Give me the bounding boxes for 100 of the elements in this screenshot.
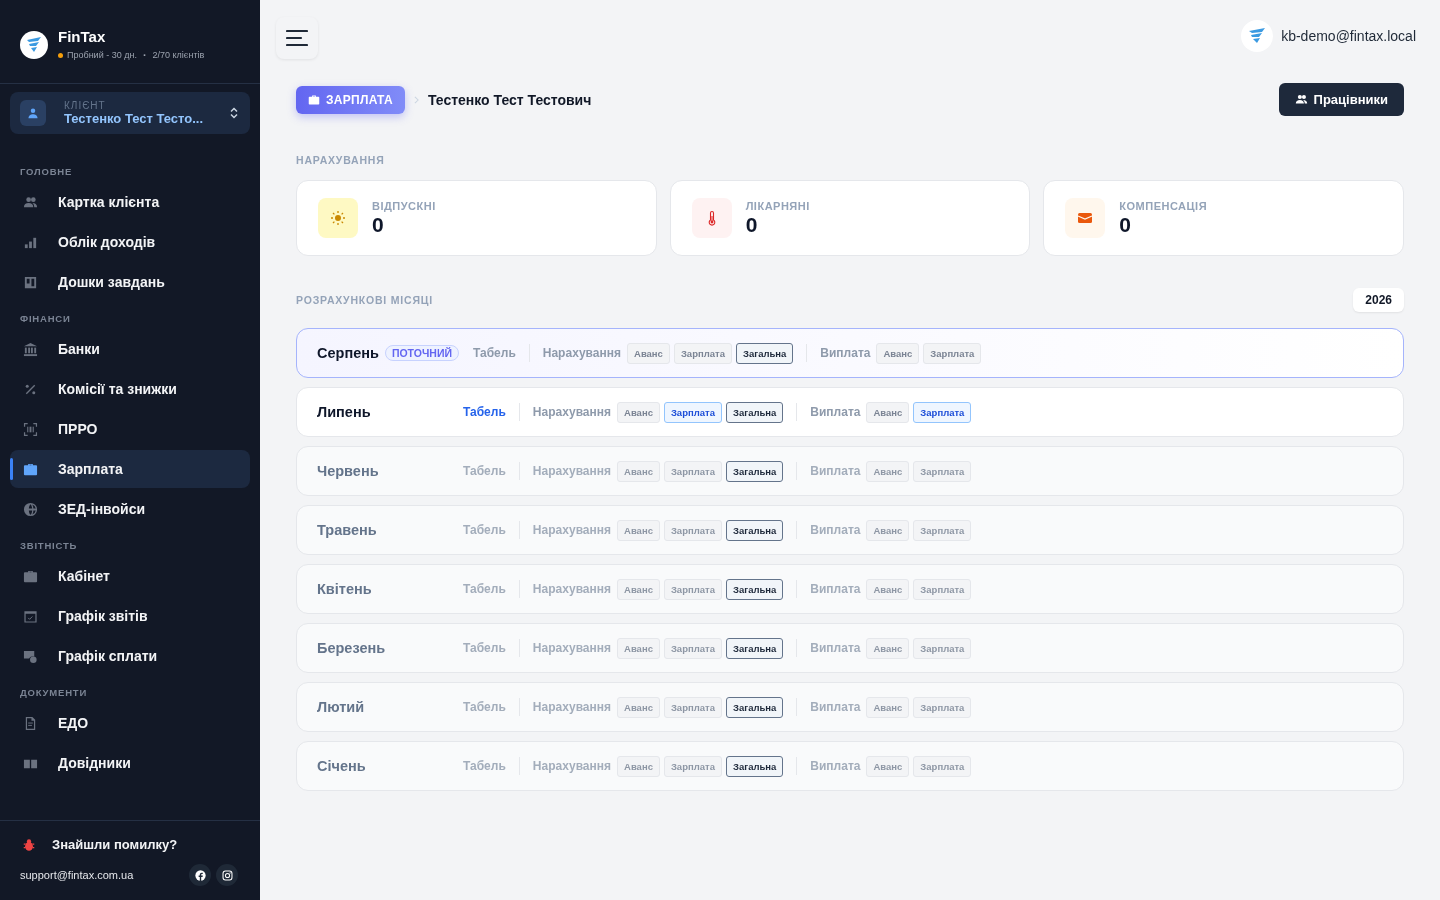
accrual-label: Нарахування bbox=[532, 464, 612, 478]
people-icon bbox=[23, 194, 38, 210]
sidebar-item[interactable]: Облік доходів bbox=[10, 223, 250, 261]
separator: · bbox=[142, 49, 147, 61]
section-heading: ЗВІТНІСТЬ bbox=[19, 539, 79, 553]
thermometer-icon bbox=[691, 198, 732, 238]
accrual-label: Нарахування bbox=[532, 523, 612, 537]
accrual-label: Нарахування bbox=[532, 582, 612, 596]
month-name: Березень bbox=[317, 640, 386, 656]
accrual-chip[interactable]: Загальна bbox=[725, 401, 784, 423]
sidebar-item[interactable]: Зарплата bbox=[10, 450, 250, 488]
people-icon bbox=[1294, 93, 1308, 106]
facebook-icon[interactable] bbox=[189, 864, 211, 886]
stat-label: ЛІКАРНЯНІ bbox=[745, 199, 810, 212]
month-name: Лютий bbox=[317, 699, 365, 715]
scan-icon bbox=[23, 421, 38, 437]
user-icon bbox=[20, 100, 46, 126]
accrual-label: Нарахування bbox=[532, 641, 612, 655]
briefcase-icon bbox=[308, 93, 320, 106]
accrual-chip[interactable]: Аванс bbox=[627, 342, 670, 364]
month-name: Квітень bbox=[317, 581, 372, 597]
payout-label: Виплата bbox=[810, 405, 861, 419]
month-name: Червень bbox=[317, 463, 379, 479]
month-name: Липень bbox=[317, 404, 371, 420]
sidebar-item[interactable]: Дошки завдань bbox=[10, 263, 250, 301]
sidebar-item[interactable]: ПРРО bbox=[10, 410, 250, 448]
payout-label: Виплата bbox=[810, 700, 861, 714]
briefcase-icon bbox=[23, 461, 38, 477]
section-heading: ГОЛОВНЕ bbox=[19, 165, 74, 179]
payout-chip[interactable]: Зарплата bbox=[923, 342, 982, 364]
month-name: Січень bbox=[317, 758, 366, 774]
status-dot-icon bbox=[58, 52, 63, 58]
stat-value: 0 bbox=[372, 212, 385, 237]
document-icon bbox=[23, 715, 38, 731]
sidebar-item[interactable]: Банки bbox=[10, 330, 250, 368]
payout-label: Виплата bbox=[810, 464, 861, 478]
sidebar-item[interactable]: Графік звітів bbox=[10, 597, 250, 635]
accrual-label: Нарахування bbox=[532, 700, 612, 714]
briefcase-icon bbox=[23, 568, 38, 584]
stat-value: 0 bbox=[745, 212, 759, 237]
sidebar-item[interactable]: Графік сплати bbox=[10, 637, 250, 675]
section-heading: ДОКУМЕНТИ bbox=[19, 686, 89, 700]
sidebar-item[interactable]: Кабінет bbox=[10, 557, 250, 595]
clients-count: 2/70 клієнтів bbox=[152, 50, 205, 60]
logo-icon bbox=[20, 30, 48, 59]
payout-chip[interactable]: Аванс bbox=[876, 342, 920, 364]
report-bug-link[interactable]: Знайшли помилку? bbox=[22, 837, 240, 852]
bank-icon bbox=[23, 341, 38, 357]
current-badge: ПОТОЧНИЙ bbox=[384, 345, 459, 361]
month-row[interactable]: Серпень ПОТОЧНИЙ Табель Нарахування Аванс Зарплата Загальна Виплата Аванс Зарплата bbox=[296, 328, 1404, 378]
accrual-label: Нарахування bbox=[532, 759, 612, 773]
payout-label: Виплата bbox=[810, 582, 861, 596]
payout-label: Виплата bbox=[810, 759, 861, 773]
sun-icon bbox=[318, 198, 358, 238]
accrual-chip[interactable]: Аванс bbox=[617, 401, 660, 423]
breadcrumb-current: Тестенко Тест Тестович bbox=[427, 91, 592, 108]
payout-label: Виплата bbox=[810, 641, 861, 655]
payout-label: Виплата bbox=[810, 523, 861, 537]
menu-button[interactable] bbox=[276, 17, 318, 59]
plan-label: Пробний - 30 дн. bbox=[67, 50, 137, 60]
payout-label: Виплата bbox=[820, 346, 871, 360]
accrual-chip[interactable]: Загальна bbox=[735, 342, 794, 364]
year-selector[interactable]: 2026 bbox=[1353, 288, 1404, 312]
payout-chip[interactable]: Аванс bbox=[866, 401, 910, 423]
sidebar-item[interactable]: Комісії та знижки bbox=[10, 370, 250, 408]
month-name: Серпень bbox=[317, 345, 379, 361]
sidebar-item[interactable]: ЕДО bbox=[10, 704, 250, 742]
section-heading: ФІНАНСИ bbox=[19, 312, 72, 326]
instagram-icon[interactable] bbox=[216, 864, 238, 886]
timesheet-link[interactable]: Табель bbox=[473, 346, 516, 360]
month-name: Травень bbox=[317, 522, 377, 538]
client-selector[interactable]: КЛІЄНТ Тестенко Тест Тесто... bbox=[10, 92, 250, 134]
stat-value: 0 bbox=[1119, 212, 1132, 237]
accrual-chip[interactable]: Зарплата bbox=[673, 342, 732, 364]
calendar-icon bbox=[23, 608, 38, 624]
sidebar-item[interactable]: Довідники bbox=[10, 744, 250, 782]
month-row[interactable]: Липень Табель Нарахування Аванс Зарплата Загальна Виплата Аванс Зарплата bbox=[296, 387, 1404, 437]
logo-icon bbox=[1241, 20, 1274, 52]
accrual-label: Нарахування bbox=[542, 346, 621, 360]
bug-icon bbox=[22, 837, 36, 852]
employees-button[interactable]: Працівники bbox=[1278, 83, 1404, 116]
menu-icon bbox=[286, 29, 308, 47]
stat-label: КОМПЕНСАЦІЯ bbox=[1119, 199, 1208, 212]
timesheet-link[interactable]: Табель bbox=[463, 405, 506, 419]
payout-chip[interactable]: Зарплата bbox=[913, 401, 972, 423]
sidebar-item[interactable]: ЗЕД-інвойси bbox=[10, 490, 250, 528]
sidebar-item[interactable]: Картка клієнта bbox=[10, 183, 250, 221]
board-icon bbox=[23, 274, 38, 290]
support-email-link[interactable]: support@fintax.com.ua bbox=[20, 869, 134, 881]
user-email: kb-demo@fintax.local bbox=[1281, 28, 1416, 44]
section-heading: НАРАХУВАННЯ bbox=[296, 154, 386, 166]
globe-icon bbox=[23, 501, 38, 517]
accrual-label: Нарахування bbox=[532, 405, 612, 419]
section-badge[interactable]: ЗАРПЛАТА bbox=[296, 85, 405, 114]
chevron-right-icon bbox=[413, 95, 419, 104]
stat-label: ВІДПУСКНІ bbox=[372, 199, 436, 212]
accrual-chip[interactable]: Зарплата bbox=[663, 401, 722, 423]
section-heading: РОЗРАХУНКОВІ МІСЯЦІ bbox=[296, 294, 433, 306]
app-name: FinTax bbox=[58, 28, 106, 45]
chevron-updown-icon bbox=[230, 107, 238, 119]
